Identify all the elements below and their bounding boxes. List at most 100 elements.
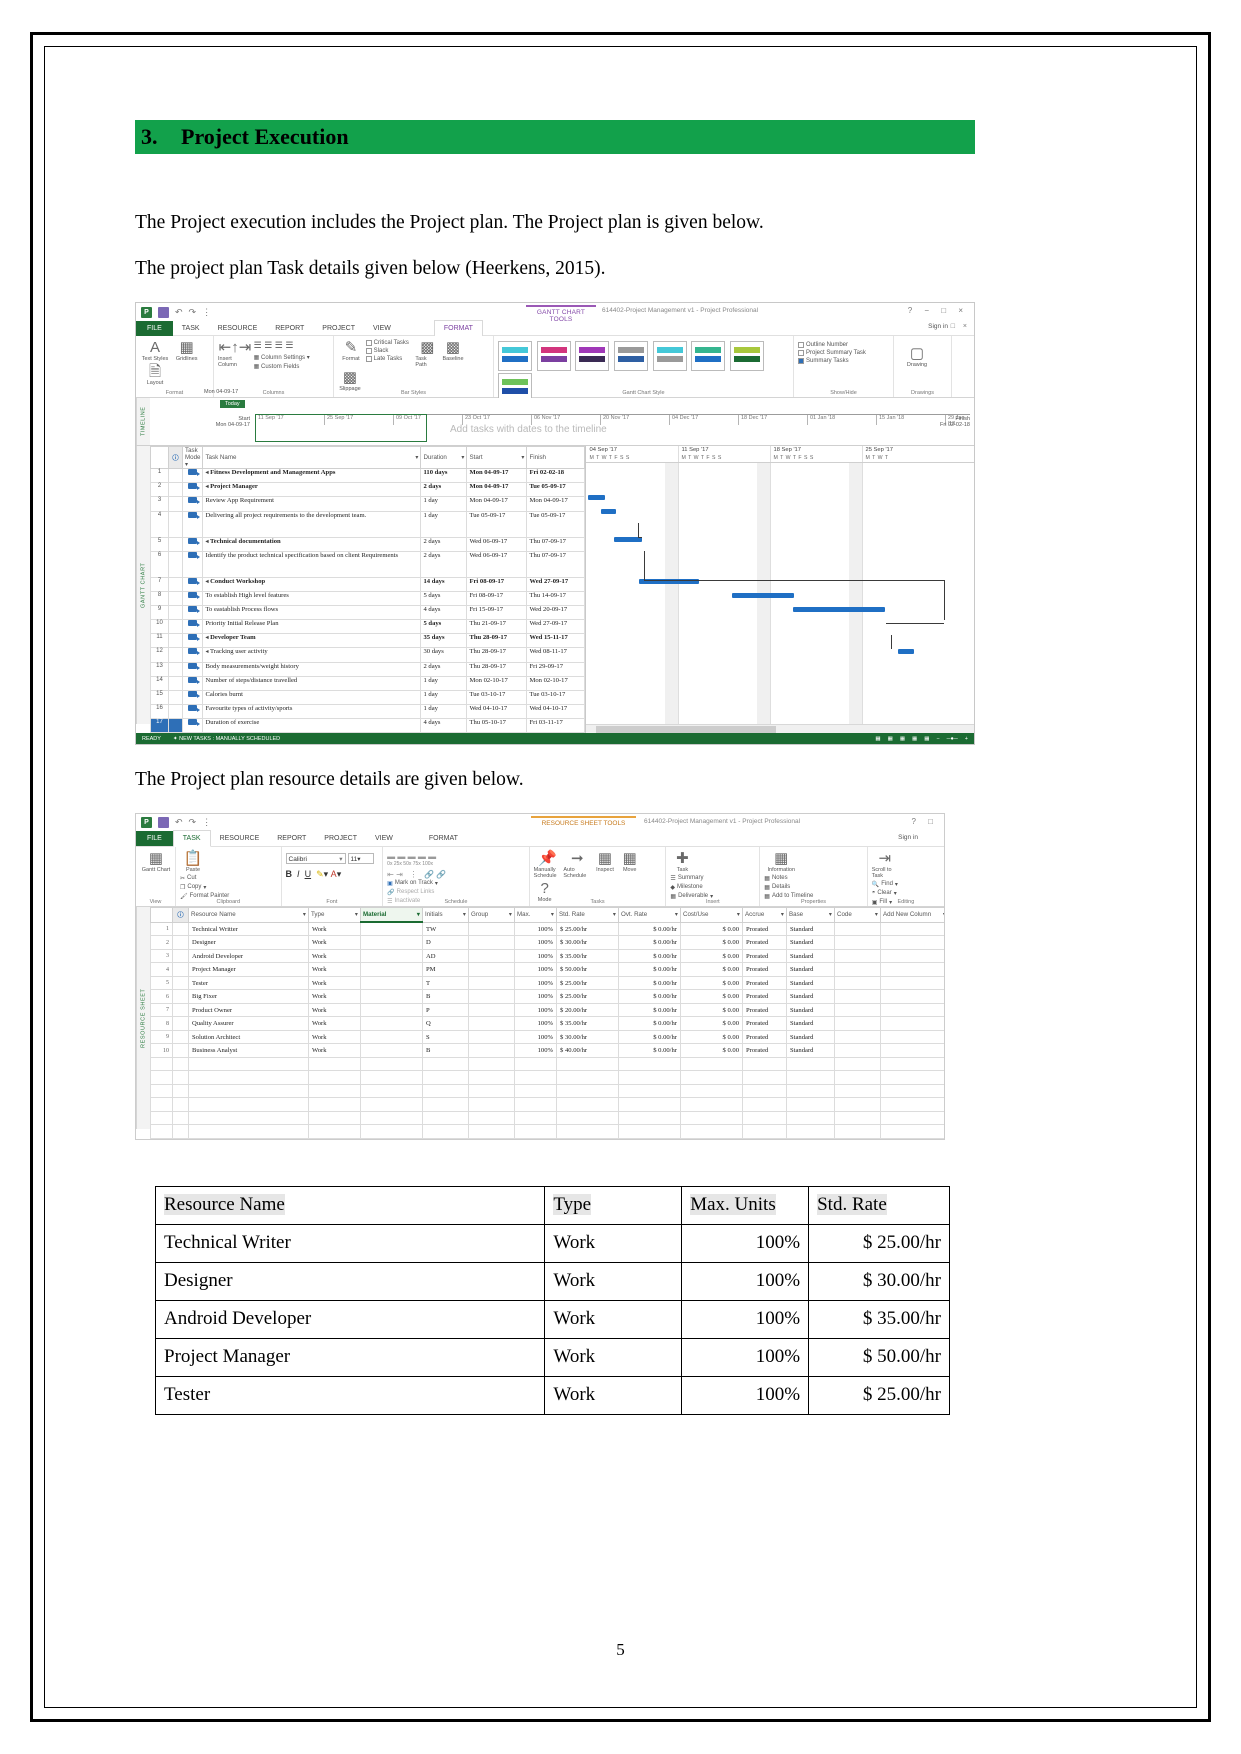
move-button[interactable]: ▦ Move [619, 849, 641, 873]
text-styles-button[interactable]: A Text Styles [140, 338, 170, 363]
critical-tasks-checkbox[interactable]: Critical Tasks [365, 340, 414, 347]
ribbon-group-drawings[interactable]: ▢ Drawing Drawings [894, 336, 952, 398]
table-row[interactable]: 16 Favourite types of activity/sports 1 da… [150, 703, 586, 719]
view-gantt-icon[interactable]: ▦ [875, 736, 880, 742]
ribbon-group-properties[interactable]: ▦ Information ▦ Notes ▦ Details ▦ Add to Tim… [760, 846, 868, 906]
copy-button[interactable]: ❐ Copy ▾ [180, 884, 250, 891]
insert-column-button[interactable]: ⇤↑⇥ Insert Column [218, 338, 252, 369]
table-row[interactable]: 14 Number of steps/distance travelled 1 da… [150, 675, 586, 691]
ribbon-group-editing[interactable]: ⇥ Scroll to Task 🔍 Find ▾ ◓ Clear ▾ ▣ Fill ▾… [868, 847, 944, 906]
gantt-style-swatch[interactable] [575, 341, 610, 372]
table-row[interactable]: 4 Delivering all project requirements to … [150, 510, 586, 538]
layout-button[interactable]: 🗎 Layout [140, 362, 170, 387]
table-row[interactable]: 5 Tester Work T 100% $ 25.00/hr $ 0.00/hr $ 0.0… [150, 975, 944, 991]
ribbon-group-gantt-style[interactable]: Gantt Chart Style [494, 336, 794, 404]
table-row[interactable]: 12 ◂ Tracking user activity 30 days Thu 28-… [150, 647, 586, 663]
row-mode[interactable] [181, 496, 204, 512]
scrollbar-thumb[interactable] [596, 726, 777, 734]
col-resource-name[interactable]: Resource Name ▾ [188, 906, 309, 923]
gantt-ribbon-tabs[interactable]: FILE TASK RESOURCE REPORT PROJECT VIEW F… [136, 319, 974, 337]
customize-qat-icon[interactable]: ⋮ [202, 817, 211, 828]
gantt-task-table[interactable]: ⓘ Task Mode ▾ Task Name ▾ Duration ▾ Sta… [150, 446, 586, 734]
tab-project[interactable]: PROJECT [315, 831, 366, 846]
highlight-color-icon[interactable]: ✎ [316, 869, 324, 879]
row-mode[interactable] [181, 510, 204, 538]
zoom-slider[interactable]: ─●─ [947, 736, 958, 742]
row-mode[interactable] [181, 482, 204, 498]
ribbon-group-bar-styles[interactable]: ✎ Format Critical Tasks Slack Late Tasks … [334, 336, 494, 398]
redo-icon[interactable]: ↷ [189, 817, 197, 828]
col-task-name[interactable]: Task Name ▾ [202, 446, 422, 470]
gantt-bar-task-13[interactable] [898, 649, 915, 655]
outline-number-checkbox[interactable]: Outline Number [798, 342, 889, 349]
row-mode[interactable] [181, 605, 204, 621]
col-start[interactable]: Start ▾ [466, 446, 528, 470]
table-row[interactable]: 6 Big Fixer Work B 100% $ 25.00/hr $ 0.00/hr $ … [150, 989, 944, 1004]
ribbon-group-schedule[interactable]: ▬ ▬ ▬ ▬ ▬ 0x 25x 50x 75x 100x ⇤ ⇥ ⋮ 🔗 🔗 … [383, 846, 530, 906]
row-mode[interactable] [181, 703, 204, 719]
view-report-icon[interactable]: ▦ [924, 736, 929, 742]
view-sheet-icon[interactable]: ▦ [912, 736, 917, 742]
ribbon-window-controls[interactable]: □ × [951, 323, 970, 330]
row-mode[interactable] [181, 576, 204, 593]
table-row[interactable]: 7 ◂ Conduct Workshop 14 days Fri 08-09-17 We… [150, 576, 586, 593]
zoom-in-button[interactable]: + [965, 736, 968, 742]
table-row[interactable]: 3 Review App Requirement 1 day Mon 04-09-17… [150, 496, 586, 512]
save-icon[interactable] [158, 817, 169, 829]
inspect-button[interactable]: ▦ Inspect [593, 849, 617, 873]
table-row[interactable]: 13 Body measurements/weight history 2 days… [150, 661, 586, 677]
row-mode[interactable] [181, 619, 204, 635]
col-max[interactable]: Max. ▾ [514, 906, 557, 923]
table-row[interactable]: 7 Product Owner Work P 100% $ 20.00/hr $ 0.00/… [150, 1002, 944, 1018]
horizontal-scrollbar[interactable] [586, 724, 974, 734]
table-row[interactable]: 3 Android Developer Work AD 100% $ 35.00/hr $ … [150, 948, 944, 964]
table-row[interactable]: 1 Technical Writter Work TW 100% $ 25.00/hr $ … [150, 921, 944, 937]
timeline-range-box[interactable] [255, 414, 427, 443]
col-task-mode[interactable]: Task Mode ▾ [181, 446, 204, 470]
table-row-empty[interactable] [150, 1083, 944, 1099]
ribbon-group-format[interactable]: A Text Styles ▦ Gridlines 🗎 Layout Format [136, 336, 214, 398]
notes-button[interactable]: ▦ Notes [764, 875, 830, 882]
project-summary-task-checkbox[interactable]: Project Summary Task [798, 350, 889, 357]
sign-in-link[interactable]: Sign in [898, 834, 918, 841]
ribbon-group-tasks[interactable]: 📌 Manually Schedule ➞ Auto Schedule ▦ Inspe… [530, 846, 667, 906]
zoom-out-button[interactable]: − [936, 736, 939, 742]
task-insert-button[interactable]: ✚ Task [670, 849, 694, 873]
respect-links-button[interactable]: 🔗 Respect Links [387, 889, 465, 896]
col-type[interactable]: Type ▾ [308, 906, 361, 923]
redo-icon[interactable]: ↷ [189, 307, 197, 318]
bold-button[interactable]: B [286, 869, 293, 879]
table-row[interactable]: 5 ◂ Technical documentation 2 days Wed 06-0… [150, 536, 586, 552]
col-initials[interactable]: Initials ▾ [422, 906, 469, 923]
row-mode[interactable] [181, 717, 204, 734]
tab-format[interactable]: FORMAT [420, 831, 467, 846]
percent-complete-buttons[interactable]: ▬ ▬ ▬ ▬ ▬ 0x 25x 50x 75x 100x ⇤ ⇥ ⋮ 🔗 🔗 [387, 852, 453, 879]
ribbon-group-font[interactable]: Calibri ▾ 11▾ B I U ✎▾ A▾ Font [282, 846, 384, 906]
tab-report[interactable]: REPORT [268, 831, 315, 846]
gantt-bar-task-10[interactable] [793, 607, 886, 613]
table-row[interactable]: 1 ◂ Fitness Development and Management Ap… [150, 468, 586, 484]
table-row[interactable]: 8 To establish High level features 5 days F… [150, 591, 586, 607]
col-cost-use[interactable]: Cost/Use ▾ [680, 906, 743, 923]
slippage-button[interactable]: ▩ Slippage [338, 368, 362, 393]
table-row[interactable]: 2 Designer Work D 100% $ 30.00/hr $ 0.00/hr $ 0… [150, 935, 944, 950]
italic-button[interactable]: I [297, 869, 300, 879]
tab-view[interactable]: VIEW [364, 321, 400, 336]
font-color-icon[interactable]: A [331, 869, 337, 879]
resource-ribbon-tabs[interactable]: FILE TASK RESOURCE REPORT PROJECT VIEW F… [136, 830, 944, 848]
row-mode[interactable] [181, 550, 204, 578]
tab-resource[interactable]: RESOURCE [211, 831, 269, 846]
tab-report[interactable]: REPORT [266, 321, 313, 336]
drawing-button[interactable]: ▢ Drawing [898, 338, 936, 369]
tab-resource[interactable]: RESOURCE [209, 321, 267, 336]
row-mode[interactable] [181, 468, 204, 484]
collapse-triangle-icon[interactable]: ◂ [205, 579, 208, 585]
tab-file[interactable]: FILE [136, 320, 173, 336]
table-row[interactable]: 10 Business Analyst Work B 100% $ 40.00/hr $ 0… [150, 1043, 944, 1058]
gantt-bar-task-3[interactable] [588, 495, 606, 501]
collapse-triangle-icon[interactable]: ◂ [205, 484, 208, 490]
table-row[interactable]: 8 Quality Assurer Work Q 100% $ 35.00/hr $ 0.0… [150, 1016, 944, 1031]
gantt-chart-pane[interactable]: 04 Sep '17 M T W T F S S 11 Sep '17 M T … [585, 446, 974, 734]
table-row[interactable]: 9 Solution Architect Work S 100% $ 30.00/hr $ … [150, 1029, 944, 1045]
format-button[interactable]: ✎ Format [338, 338, 364, 363]
